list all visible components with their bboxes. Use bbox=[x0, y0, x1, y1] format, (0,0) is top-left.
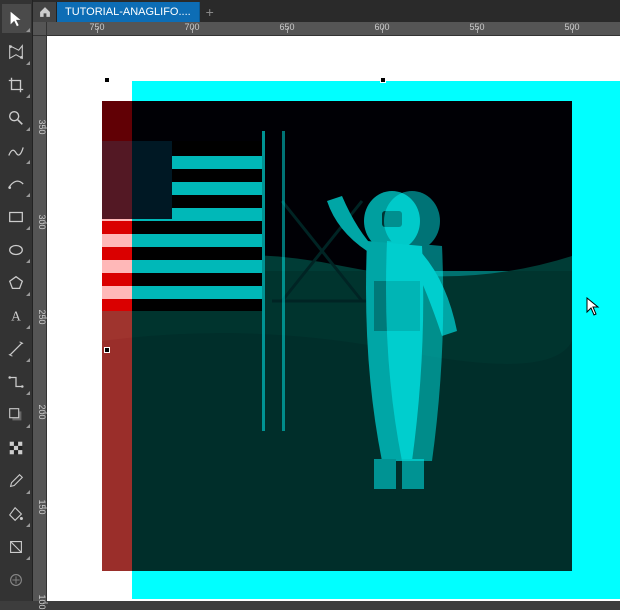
crop-tool[interactable] bbox=[2, 70, 31, 99]
dimension-tool[interactable] bbox=[2, 334, 31, 363]
transparency-tool[interactable] bbox=[2, 433, 31, 462]
handle-top-center[interactable] bbox=[380, 77, 386, 83]
pick-tool[interactable] bbox=[2, 4, 31, 33]
polygon-tool[interactable] bbox=[2, 268, 31, 297]
text-tool[interactable]: A bbox=[2, 301, 31, 330]
ruler-tick-label: 200 bbox=[37, 405, 47, 420]
ruler-tick-label: 750 bbox=[89, 22, 104, 32]
drop-shadow-tool[interactable] bbox=[2, 400, 31, 429]
ruler-tick-label: 250 bbox=[37, 310, 47, 325]
flyout-icon bbox=[26, 325, 30, 329]
flyout-icon bbox=[26, 523, 30, 527]
flyout-icon bbox=[26, 94, 30, 98]
flyout-icon bbox=[26, 226, 30, 230]
ruler-tick-label: 500 bbox=[564, 22, 579, 32]
tool-palette: A bbox=[0, 0, 33, 601]
home-tab[interactable] bbox=[33, 2, 57, 22]
smart-fill-tool[interactable] bbox=[2, 532, 31, 561]
ruler-tick-label: 550 bbox=[469, 22, 484, 32]
anaglyph-image[interactable] bbox=[102, 81, 620, 601]
flyout-icon bbox=[26, 127, 30, 131]
artistic-media-tool[interactable] bbox=[2, 169, 31, 198]
rectangle-tool[interactable] bbox=[2, 202, 31, 231]
document-tab[interactable]: TUTORIAL-ANAGLIFO.... bbox=[57, 2, 200, 22]
home-icon bbox=[38, 5, 52, 19]
flyout-icon bbox=[26, 28, 30, 32]
flyout-icon bbox=[26, 259, 30, 263]
handle-top-left[interactable] bbox=[104, 77, 110, 83]
red-layer bbox=[102, 101, 572, 571]
flyout-icon bbox=[26, 358, 30, 362]
svg-text:A: A bbox=[11, 308, 21, 323]
flyout-icon bbox=[26, 391, 30, 395]
tab-label: TUTORIAL-ANAGLIFO.... bbox=[65, 6, 191, 18]
ruler-tick-label: 700 bbox=[184, 22, 199, 32]
ellipse-tool[interactable] bbox=[2, 235, 31, 264]
connector-tool[interactable] bbox=[2, 367, 31, 396]
flyout-icon bbox=[26, 556, 30, 560]
eyedropper-tool[interactable] bbox=[2, 466, 31, 495]
flyout-icon bbox=[26, 424, 30, 428]
plus-icon: + bbox=[206, 4, 214, 20]
shape-tool[interactable] bbox=[2, 37, 31, 66]
ruler-tick-label: 650 bbox=[279, 22, 294, 32]
fill-tool[interactable] bbox=[2, 499, 31, 528]
zoom-tool[interactable] bbox=[2, 103, 31, 132]
flyout-icon bbox=[26, 490, 30, 494]
handle-middle-left[interactable] bbox=[104, 347, 110, 353]
ruler-origin[interactable] bbox=[33, 22, 47, 36]
ruler-tick-label: 600 bbox=[374, 22, 389, 32]
canvas[interactable] bbox=[47, 36, 620, 601]
quick-customize[interactable] bbox=[2, 565, 31, 594]
add-tab-button[interactable]: + bbox=[200, 2, 220, 22]
ruler-tick-label: 150 bbox=[37, 500, 47, 515]
flyout-icon bbox=[26, 160, 30, 164]
document-tabs: TUTORIAL-ANAGLIFO.... + bbox=[33, 0, 620, 22]
ruler-tick-label: 350 bbox=[37, 120, 47, 135]
flyout-icon bbox=[26, 193, 30, 197]
flyout-icon bbox=[26, 61, 30, 65]
freehand-tool[interactable] bbox=[2, 136, 31, 165]
ruler-tick-label: 100 bbox=[37, 595, 47, 610]
ruler-vertical[interactable]: 350 300 250 200 150 100 bbox=[33, 36, 47, 601]
ruler-tick-label: 300 bbox=[37, 215, 47, 230]
flyout-icon bbox=[26, 292, 30, 296]
ruler-horizontal[interactable]: 750 700 650 600 550 500 bbox=[47, 22, 620, 36]
